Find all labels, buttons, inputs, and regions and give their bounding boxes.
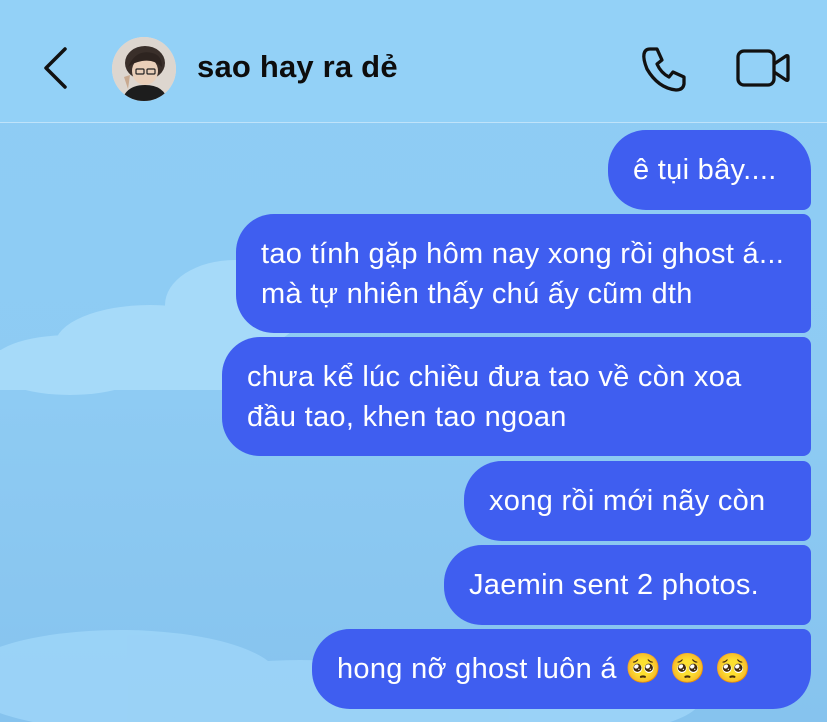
call-button[interactable] [636,41,692,97]
message-bubble[interactable]: tao tính gặp hôm nay xong rồi ghost á...… [236,214,811,333]
video-camera-icon [736,49,790,87]
message-bubble[interactable]: chưa kể lúc chiều đưa tao về còn xoa đầu… [222,337,811,456]
message-bubble[interactable]: hong nỡ ghost luôn á 🥺 🥺 🥺 [312,629,811,709]
avatar-photo [112,37,176,101]
message-text: Jaemin sent 2 photos. [469,569,760,601]
message-bubble[interactable]: Jaemin sent 2 photos. [444,545,811,625]
avatar[interactable] [112,37,176,101]
video-call-button[interactable] [732,43,794,95]
chat-header: sao hay ra dẻ [0,0,827,123]
message-text: chưa kể lúc chiều đưa tao về còn xoa đầu… [247,360,742,433]
message-text: hong nỡ ghost luôn á 🥺 🥺 🥺 [337,653,752,685]
message-list: ê tụi bây.... tao tính gặp hôm nay xong … [0,123,827,722]
message-bubble[interactable]: xong rồi mới nãy còn [464,461,811,541]
message-text: ê tụi bây.... [633,154,777,186]
phone-icon [642,47,686,92]
chevron-left-icon [44,47,67,89]
message-text: xong rồi mới nãy còn [489,485,766,517]
back-button[interactable] [34,42,78,94]
contact-name[interactable]: sao hay ra dẻ [197,49,398,85]
message-bubble[interactable]: ê tụi bây.... [608,130,811,210]
message-text: tao tính gặp hôm nay xong rồi ghost á...… [261,237,785,310]
